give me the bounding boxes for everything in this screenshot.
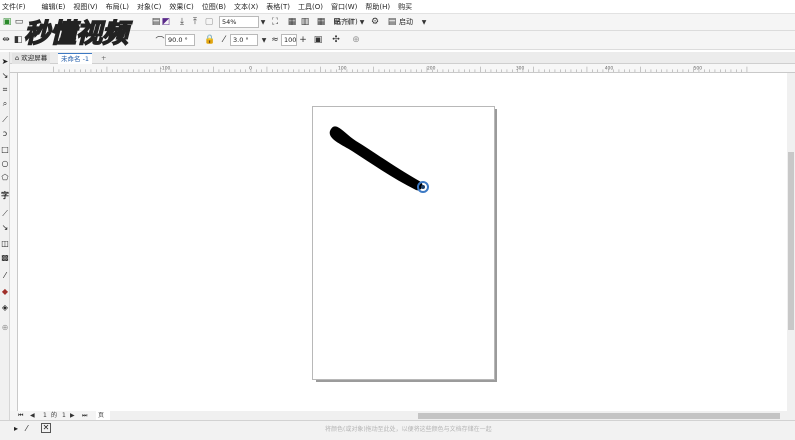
horizontal-ruler[interactable]: -100 0 100 200 300 400 500 <box>10 64 795 73</box>
ruler-label: 0 <box>249 65 252 71</box>
polygon-icon[interactable]: ⬠ <box>0 172 10 184</box>
ruler-label: 400 <box>605 65 614 71</box>
smoothing-field[interactable]: 100 <box>281 34 297 46</box>
stroke-width-icon[interactable]: ⁄ <box>218 34 230 46</box>
zoom-tool-icon[interactable]: ⌕ <box>0 98 10 110</box>
launch-menu[interactable]: 启动 <box>399 16 413 28</box>
page-view-icon[interactable]: ▦ <box>286 16 298 28</box>
menu-window[interactable]: 窗口(W) <box>329 2 357 12</box>
position-icon[interactable]: ⇹ <box>0 34 12 46</box>
tab-welcome-screen[interactable]: ⌂ 欢迎屏幕 <box>12 53 51 64</box>
watermark-text: 秒懂视频 <box>24 19 133 49</box>
new-tab-button[interactable]: + <box>98 53 109 64</box>
crop-tool-icon[interactable]: ⌗ <box>0 84 10 96</box>
chevron-down-icon[interactable]: ▼ <box>257 16 269 28</box>
angle-field[interactable]: 90.0 ° <box>165 34 195 46</box>
drop-shadow-icon[interactable]: ◫ <box>0 238 10 250</box>
freehand-icon[interactable]: ⟋ <box>0 114 10 126</box>
options-icon[interactable]: ⚙ <box>369 16 381 28</box>
parallel-dimension-icon[interactable]: ⟋ <box>0 208 10 220</box>
ellipse-icon[interactable]: ○ <box>0 158 10 170</box>
menu-help[interactable]: 帮助(H) <box>363 2 390 12</box>
last-page-button[interactable]: ⏭ <box>82 411 87 420</box>
no-color-swatch[interactable]: ✕ <box>41 423 51 433</box>
first-page-button[interactable]: ⏮ <box>18 411 23 420</box>
tab-welcome-label: 欢迎屏幕 <box>21 54 48 62</box>
ruler-toggle-icon[interactable]: ▥ <box>299 16 311 28</box>
bounding-box-icon[interactable]: ▣ <box>312 34 324 46</box>
color-icon[interactable]: ◩ <box>160 16 172 28</box>
page-of-label: 的 <box>51 412 58 419</box>
menu-text[interactable]: 文本(X) <box>232 2 258 12</box>
new-document-icon[interactable]: ▣ <box>1 16 13 28</box>
page-navigator: ⏮ ◀ 1 的 1 ▶ ⏭ 页 1 <box>10 411 110 428</box>
pick-tool-icon[interactable]: ➤ <box>0 56 10 68</box>
snap-to-menu[interactable]: 贴齐(T) <box>334 16 358 28</box>
add-tool-icon[interactable]: ⊕ <box>0 322 10 334</box>
tab-untitled-document[interactable]: 未命名 -1 <box>58 53 93 64</box>
import-icon[interactable]: ⤓ <box>176 16 188 28</box>
menu-buy[interactable]: 购买 <box>396 2 412 12</box>
transparency-icon[interactable]: ▩ <box>0 252 10 264</box>
menu-layout[interactable]: 布局(L) <box>104 2 129 12</box>
vertical-ruler[interactable] <box>10 73 18 413</box>
menu-table[interactable]: 表格(T) <box>264 2 290 12</box>
menu-edit[interactable]: 编辑(E) <box>40 2 66 12</box>
menu-effects[interactable]: 效果(C) <box>167 2 193 12</box>
prev-page-button[interactable]: ◀ <box>30 411 35 420</box>
artistic-media-icon[interactable]: ↄ <box>0 128 10 140</box>
grid-toggle-icon[interactable]: ▦ <box>315 16 327 28</box>
fill-icon[interactable]: ◈ <box>0 302 10 314</box>
document-page[interactable] <box>312 106 495 380</box>
ruler-label: 300 <box>516 65 525 71</box>
toolbox: ➤ ↘ ⌗ ⌕ ⟋ ↄ □ ○ ⬠ 字 ⟋ ↘ ◫ ▩ ⁄ ◆ ◈ ⊕ <box>0 52 10 420</box>
connector-icon[interactable]: ↘ <box>0 222 10 234</box>
current-page-number: 1 <box>43 412 47 419</box>
publish-pdf-icon[interactable]: ▢ <box>203 16 215 28</box>
total-pages: 1 <box>62 412 66 419</box>
palette-hint-text: 将颜色(或对象)拖动至此处，以便将这些颜色与文档存储在一起 <box>325 426 492 433</box>
menu-bar: 文件(F) 编辑(E) 视图(V) 布局(L) 对象(C) 效果(C) 位图(B… <box>0 0 795 14</box>
stroke-width-field[interactable]: 3.0 ° <box>230 34 258 46</box>
menu-view[interactable]: 视图(V) <box>71 2 97 12</box>
ruler-label: 500 <box>694 65 703 71</box>
plus-icon[interactable]: + <box>297 34 309 46</box>
export-icon[interactable]: ⤒ <box>189 16 201 28</box>
menu-file[interactable]: 文件(F) <box>0 2 26 12</box>
next-page-button[interactable]: ▶ <box>70 411 75 420</box>
page-tab[interactable]: 页 1 <box>96 411 110 428</box>
ruler-label: 100 <box>338 65 347 71</box>
horizontal-scroll-thumb[interactable] <box>418 413 780 419</box>
lock-icon[interactable]: 🔒 <box>204 34 216 46</box>
application-launcher-icon[interactable]: ▤ <box>386 16 398 28</box>
smoothing-icon[interactable]: ≈ <box>269 34 281 46</box>
rectangle-icon[interactable]: □ <box>0 144 10 156</box>
ruler-label: -100 <box>160 65 170 71</box>
add-icon[interactable]: ⊕ <box>350 34 362 46</box>
chevron-down-icon[interactable]: ▼ <box>418 16 430 28</box>
watermark-logo: 秒懂视频 <box>23 18 133 49</box>
eyedropper-icon[interactable]: ⁄ <box>26 424 27 433</box>
fullscreen-icon[interactable]: ⛶ <box>269 16 281 28</box>
zoom-level-select[interactable]: 54% <box>219 16 259 28</box>
ruler-label: 200 <box>427 65 436 71</box>
vertical-scroll-thumb[interactable] <box>788 152 794 330</box>
menu-bitmaps[interactable]: 位图(B) <box>200 2 226 12</box>
document-tabs: ⌂ 欢迎屏幕 未命名 -1 + <box>10 52 795 64</box>
chevron-down-icon[interactable]: ▼ <box>356 16 368 28</box>
menu-object[interactable]: 对象(C) <box>135 2 161 12</box>
shape-tool-icon[interactable]: ↘ <box>0 70 10 82</box>
pressure-icon[interactable]: ✣ <box>330 34 342 46</box>
eyedropper-icon[interactable]: ⁄ <box>0 270 10 282</box>
interactive-fill-icon[interactable]: ◆ <box>0 286 10 298</box>
text-tool-icon[interactable]: 字 <box>0 190 10 202</box>
menu-tools[interactable]: 工具(O) <box>296 2 323 12</box>
pointer-icon: ▸ <box>14 424 19 433</box>
